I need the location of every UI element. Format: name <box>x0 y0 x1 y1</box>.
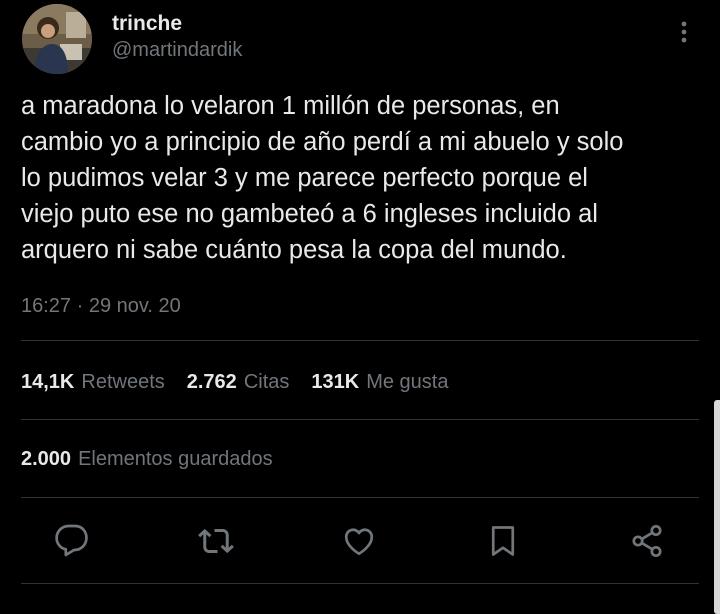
tweet-detail: trinche @martindardik a maradona lo vela… <box>0 0 720 614</box>
more-options-button[interactable] <box>670 18 698 46</box>
like-button[interactable] <box>339 518 379 564</box>
divider <box>21 419 699 420</box>
bookmarks-label: Elementos guardados <box>78 448 273 470</box>
share-button[interactable] <box>627 518 667 564</box>
display-name[interactable]: trinche <box>112 11 182 37</box>
bookmarks-stat[interactable]: 2.000 Elementos guardados <box>21 446 273 474</box>
retweet-icon <box>198 528 234 554</box>
retweets-stat[interactable]: 14,1K Retweets <box>21 369 165 395</box>
user-photo-avatar <box>22 4 92 74</box>
engagement-stats: 14,1K Retweets 2.762 Citas 131K Me gusta <box>21 368 470 396</box>
scrollbar[interactable] <box>714 400 720 614</box>
user-handle[interactable]: @martindardik <box>112 37 242 63</box>
tweet-text: a maradona lo velaron 1 millón de person… <box>21 92 624 264</box>
retweet-button[interactable] <box>196 518 236 564</box>
bookmarks-count: 2.000 <box>21 448 72 470</box>
quotes-count: 2.762 <box>186 371 237 393</box>
likes-stat[interactable]: 131K Me gusta <box>311 369 448 395</box>
divider <box>21 583 699 584</box>
avatar[interactable] <box>22 4 92 74</box>
tweet-action-bar <box>0 518 720 564</box>
reply-icon <box>55 524 88 557</box>
quotes-stat[interactable]: 2.762 Citas <box>187 369 290 395</box>
divider <box>21 497 699 498</box>
likes-label: Me gusta <box>366 371 449 393</box>
retweets-label: Retweets <box>81 371 165 393</box>
quotes-label: Citas <box>243 371 290 393</box>
reply-button[interactable] <box>52 518 92 564</box>
retweets-count: 14,1K <box>21 371 75 393</box>
more-vertical-icon <box>681 21 687 43</box>
bookmark-icon <box>491 526 515 556</box>
divider <box>21 340 699 341</box>
bookmark-button[interactable] <box>483 518 523 564</box>
tweet-timestamp[interactable]: 16:27 · 29 nov. 20 <box>21 293 181 319</box>
likes-count: 131K <box>311 371 360 393</box>
share-icon <box>632 524 662 558</box>
heart-icon <box>344 528 374 556</box>
